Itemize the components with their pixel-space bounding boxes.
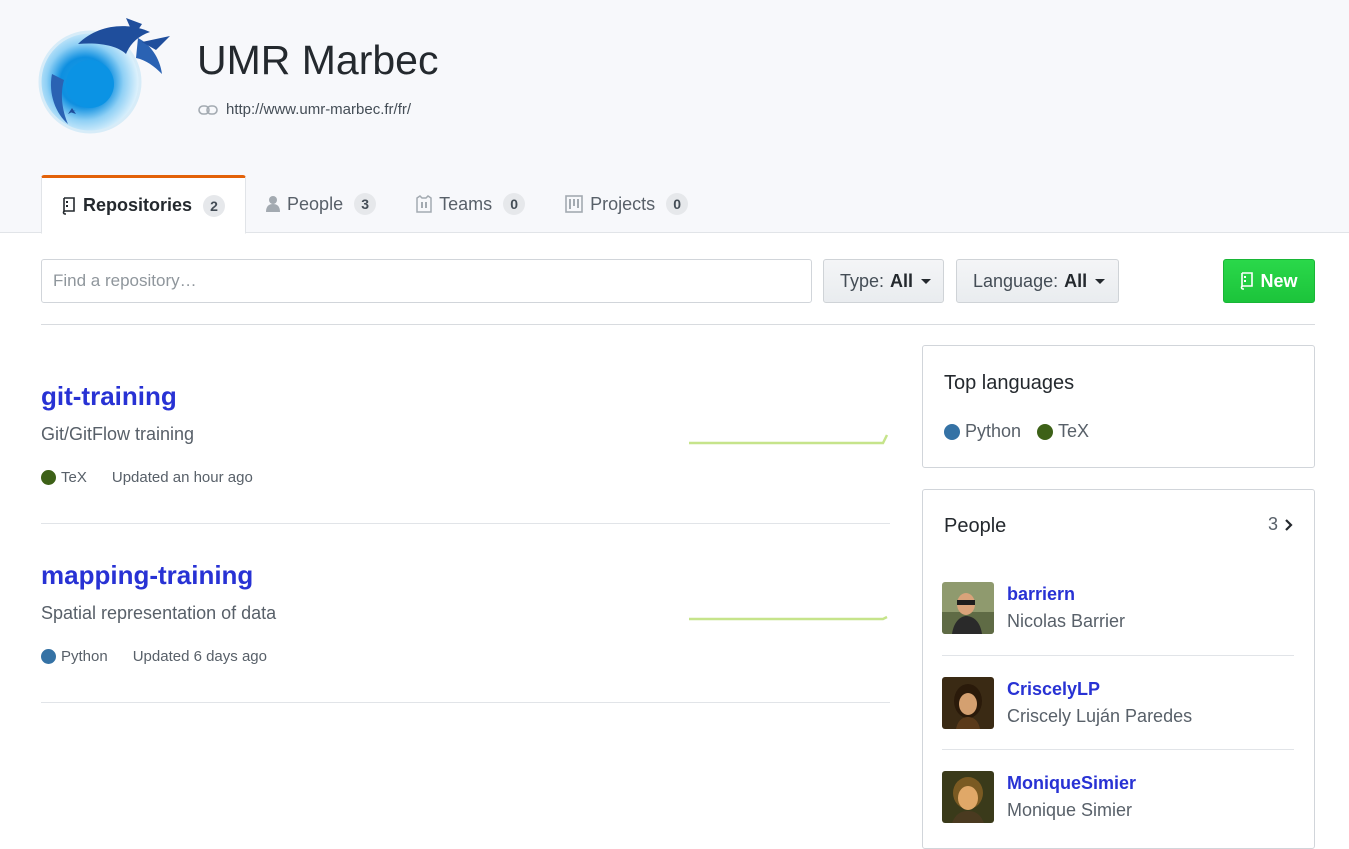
person-fullname: Monique Simier — [1007, 800, 1133, 820]
avatar[interactable] — [942, 771, 994, 823]
repo-description: Spatial representation of data — [41, 603, 277, 623]
tab-label: Projects — [590, 193, 656, 214]
person-login-link[interactable]: CriscelyLP — [1007, 679, 1100, 700]
language-name: TeX — [1058, 421, 1090, 441]
avatar[interactable] — [942, 582, 994, 634]
type-filter-value: All — [890, 270, 914, 291]
project-icon — [565, 195, 583, 213]
people-box-title: People — [944, 515, 1007, 537]
language-filter-label: Language: — [973, 270, 1059, 291]
people-count-link[interactable]: 3 — [1268, 514, 1293, 535]
tab-count: 2 — [203, 194, 226, 217]
org-header: UMR Marbec http://www.umr-marbec.fr/fr/ … — [0, 0, 1349, 234]
repo-icon — [62, 196, 75, 215]
tab-count: 3 — [354, 193, 377, 215]
language-color-dot — [41, 649, 56, 664]
repo-name-link[interactable]: git-training — [41, 379, 177, 413]
top-languages-title: Top languages — [944, 372, 1075, 394]
org-nav-tabs: Repositories 2 People 3 Teams 0 Projects… — [41, 175, 708, 234]
language-item[interactable]: Python — [944, 421, 1021, 442]
avatar[interactable] — [942, 677, 994, 729]
repo-list-item: mapping-training Spatial representation … — [41, 524, 890, 703]
chevron-down-icon — [1095, 278, 1106, 284]
person-fullname: Nicolas Barrier — [1007, 611, 1126, 631]
top-languages-list: Python TeX — [944, 421, 1105, 442]
top-languages-box: Top languages Python TeX — [922, 345, 1315, 468]
tab-label: People — [287, 193, 344, 214]
repo-language: TeX — [61, 469, 87, 486]
activity-sparkline — [689, 434, 889, 445]
tab-count: 0 — [666, 193, 689, 215]
tab-count: 0 — [503, 193, 526, 215]
tab-teams[interactable]: Teams 0 — [396, 175, 545, 233]
repo-meta: Python Updated 6 days ago — [41, 648, 267, 665]
divider — [41, 324, 1315, 325]
repo-updated: Updated an hour ago — [111, 469, 253, 486]
org-url-link[interactable]: http://www.umr-marbec.fr/fr/ — [226, 100, 411, 120]
tab-label: Repositories — [83, 195, 193, 215]
language-filter-value: All — [1064, 270, 1088, 291]
language-color-dot — [944, 423, 960, 440]
tab-people[interactable]: People 3 — [246, 175, 396, 233]
person-icon — [266, 196, 281, 212]
new-repo-button[interactable]: New — [1223, 259, 1315, 303]
repo-name-link[interactable]: mapping-training — [41, 558, 253, 592]
tab-projects[interactable]: Projects 0 — [545, 175, 708, 233]
language-filter-dropdown[interactable]: Language: All — [956, 259, 1119, 303]
repo-filter-bar: Type: All Language: All New — [41, 259, 1315, 303]
language-name: Python — [965, 421, 1022, 441]
person-login-link[interactable]: barriern — [1007, 584, 1075, 605]
org-name: UMR Marbec — [197, 37, 439, 83]
language-color-dot — [1037, 423, 1054, 440]
activity-sparkline — [689, 615, 888, 621]
repo-description: Git/GitFlow training — [41, 424, 195, 444]
repo-updated: Updated 6 days ago — [132, 648, 267, 665]
repo-list-item: git-training Git/GitFlow training TeX Up… — [41, 345, 890, 524]
person-fullname: Criscely Luján Paredes — [1007, 706, 1193, 726]
language-item[interactable]: TeX — [1037, 421, 1089, 442]
tab-repositories[interactable]: Repositories 2 — [41, 175, 247, 234]
chevron-right-icon — [1285, 518, 1293, 531]
people-box: People 3 barriern Nicolas Barrier Crisce… — [922, 489, 1315, 849]
repo-icon — [1241, 272, 1254, 290]
org-url-row: http://www.umr-marbec.fr/fr/ — [198, 100, 411, 120]
org-logo — [38, 18, 170, 134]
new-button-label: New — [1260, 270, 1298, 291]
type-filter-dropdown[interactable]: Type: All — [823, 259, 944, 303]
language-color-dot — [41, 470, 56, 485]
person-login-link[interactable]: MoniqueSimier — [1007, 773, 1136, 794]
repo-search-input[interactable] — [41, 259, 812, 303]
person-item: MoniqueSimier Monique Simier — [942, 750, 1294, 844]
people-count: 3 — [1267, 514, 1278, 534]
jersey-icon — [416, 195, 432, 213]
person-item: barriern Nicolas Barrier — [942, 562, 1294, 656]
person-item: CriscelyLP Criscely Luján Paredes — [942, 656, 1294, 750]
link-icon — [198, 105, 218, 115]
type-filter-label: Type: — [840, 270, 885, 291]
chevron-down-icon — [921, 278, 932, 284]
repo-language: Python — [61, 648, 108, 665]
tab-label: Teams — [439, 193, 493, 214]
repo-meta: TeX Updated an hour ago — [41, 469, 253, 486]
